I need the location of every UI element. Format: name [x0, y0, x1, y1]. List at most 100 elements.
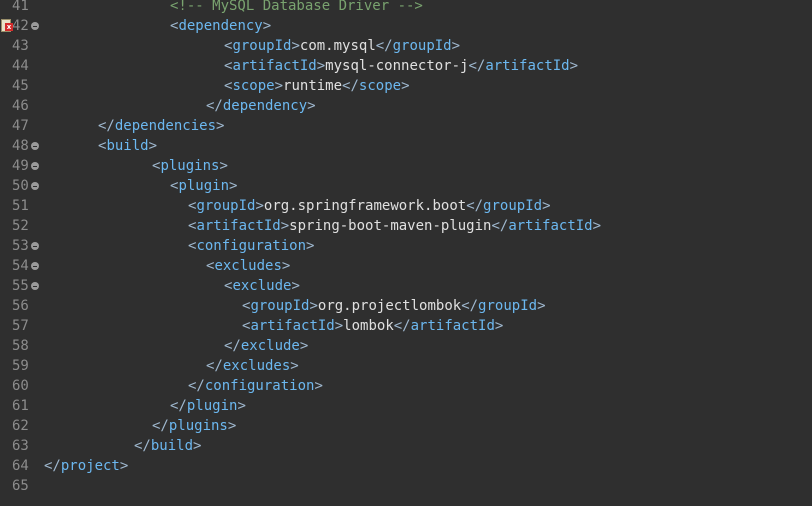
xml-open-tag: excludes	[214, 258, 282, 274]
code-content: <plugin>	[170, 176, 237, 196]
line-gutter[interactable]: 48	[0, 136, 44, 156]
code-line[interactable]: 48 <build>	[0, 136, 812, 156]
xml-open-tag: scope	[232, 78, 275, 94]
line-gutter[interactable]: 65	[0, 476, 44, 496]
code-line[interactable]: 58 </exclude>	[0, 336, 812, 356]
line-gutter[interactable]: 46	[0, 96, 44, 116]
line-number: 56	[12, 298, 29, 314]
line-gutter[interactable]: 59	[0, 356, 44, 376]
collapse-fold-icon[interactable]	[31, 162, 39, 170]
angle-bracket-open-slash: </	[461, 298, 479, 314]
code-line[interactable]: 56 <groupId>org.projectlombok</groupId>	[0, 296, 812, 316]
xml-close-tag: artifactId	[508, 218, 593, 234]
code-line[interactable]: 52 <artifactId>spring-boot-maven-plugin</…	[0, 216, 812, 236]
line-gutter[interactable]: 49	[0, 156, 44, 176]
code-line[interactable]: 63 </build>	[0, 436, 812, 456]
collapse-fold-icon[interactable]	[31, 182, 39, 190]
code-line[interactable]: 61 </plugin>	[0, 396, 812, 416]
line-gutter[interactable]: 53	[0, 236, 44, 256]
xml-close-tag: build	[150, 438, 194, 454]
line-number: 54	[12, 258, 29, 274]
angle-bracket-open-slash: </	[206, 358, 223, 374]
code-line[interactable]: 46 </dependency>	[0, 96, 812, 116]
line-gutter[interactable]: 43	[0, 36, 44, 56]
collapse-fold-icon[interactable]	[31, 282, 39, 290]
angle-bracket-close: >	[262, 18, 272, 34]
line-gutter[interactable]: 41	[0, 0, 44, 16]
line-gutter[interactable]: 45	[0, 76, 44, 96]
line-number: 51	[12, 198, 29, 214]
xml-close-tag: groupId	[478, 298, 538, 314]
code-line[interactable]: 64 </project>	[0, 456, 812, 476]
collapse-fold-icon[interactable]	[31, 242, 39, 250]
line-number: 64	[12, 458, 29, 474]
code-editor[interactable]: 41 <!-- MySQL Database Driver --> 42 <depen…	[0, 0, 812, 506]
code-line[interactable]: 62 </plugins>	[0, 416, 812, 436]
xml-open-tag: configuration	[196, 238, 307, 254]
angle-bracket-open-slash: </	[44, 458, 61, 474]
collapse-fold-icon[interactable]	[31, 22, 39, 30]
code-content: </exclude>	[224, 336, 308, 356]
code-line[interactable]: 55 <exclude>	[0, 276, 812, 296]
code-line[interactable]: 43 <groupId>com.mysql</groupId>	[0, 36, 812, 56]
line-gutter[interactable]: 60	[0, 376, 44, 396]
line-number: 55	[12, 278, 29, 294]
code-content: </project>	[44, 456, 128, 476]
code-content: <dependency>	[170, 16, 271, 36]
xml-text-value: mysql-connector-j	[325, 58, 469, 74]
code-line[interactable]: 45 <scope>runtime</scope>	[0, 76, 812, 96]
line-gutter[interactable]: 52	[0, 216, 44, 236]
code-line[interactable]: 65	[0, 476, 812, 496]
line-number: 59	[12, 358, 29, 374]
code-line[interactable]: 54 <excludes>	[0, 256, 812, 276]
line-number: 42	[12, 18, 29, 34]
line-gutter[interactable]: 57	[0, 316, 44, 336]
line-gutter[interactable]: 55	[0, 276, 44, 296]
code-line[interactable]: 47 </dependencies>	[0, 116, 812, 136]
line-number: 62	[12, 418, 29, 434]
code-line[interactable]: 57 <artifactId>lombok</artifactId>	[0, 316, 812, 336]
xml-text-value: org.springframework.boot	[263, 198, 467, 214]
line-gutter[interactable]: 61	[0, 396, 44, 416]
line-number: 41	[12, 0, 29, 14]
xml-text-value: runtime	[283, 78, 343, 94]
code-line[interactable]: 53 <configuration>	[0, 236, 812, 256]
code-line[interactable]: 60 </configuration>	[0, 376, 812, 396]
line-gutter[interactable]: 51	[0, 196, 44, 216]
angle-bracket-close: >	[216, 118, 225, 134]
code-line[interactable]: 42 <dependency>	[0, 16, 812, 36]
collapse-fold-icon[interactable]	[31, 142, 39, 150]
code-line[interactable]: 44 <artifactId>mysql-connector-j</artifac…	[0, 56, 812, 76]
angle-bracket-close: >	[227, 418, 237, 434]
code-line[interactable]: 50 <plugin>	[0, 176, 812, 196]
angle-bracket-close: >	[119, 458, 129, 474]
line-gutter[interactable]: 54	[0, 256, 44, 276]
code-content: <groupId>org.springframework.boot</group…	[188, 196, 551, 216]
angle-bracket-close: >	[291, 38, 300, 54]
angle-bracket-close: >	[274, 78, 284, 94]
angle-bracket-open-slash: </	[152, 418, 169, 434]
line-number: 65	[12, 478, 29, 494]
line-gutter[interactable]: 62	[0, 416, 44, 436]
line-gutter[interactable]: 64	[0, 456, 44, 476]
line-gutter[interactable]: 63	[0, 436, 44, 456]
code-line[interactable]: 49 <plugins>	[0, 156, 812, 176]
line-gutter[interactable]: 47	[0, 116, 44, 136]
line-number: 61	[12, 398, 29, 414]
angle-bracket-close: >	[307, 98, 316, 114]
line-gutter[interactable]: 58	[0, 336, 44, 356]
xml-close-tag: dependency	[222, 98, 308, 114]
line-gutter[interactable]: 56	[0, 296, 44, 316]
line-gutter[interactable]: 42	[0, 16, 44, 36]
collapse-fold-icon[interactable]	[31, 262, 39, 270]
code-line[interactable]: 41 <!-- MySQL Database Driver -->	[0, 0, 812, 16]
line-gutter[interactable]: 44	[0, 56, 44, 76]
error-marker-icon[interactable]	[1, 19, 13, 32]
xml-open-tag: artifactId	[196, 218, 281, 234]
code-line[interactable]: 59 </excludes>	[0, 356, 812, 376]
code-line[interactable]: 51 <groupId>org.springframework.boot</gro…	[0, 196, 812, 216]
xml-text-value: com.mysql	[299, 38, 376, 54]
line-gutter[interactable]: 50	[0, 176, 44, 196]
xml-close-tag: configuration	[204, 378, 315, 394]
angle-bracket-close: >	[291, 278, 300, 294]
